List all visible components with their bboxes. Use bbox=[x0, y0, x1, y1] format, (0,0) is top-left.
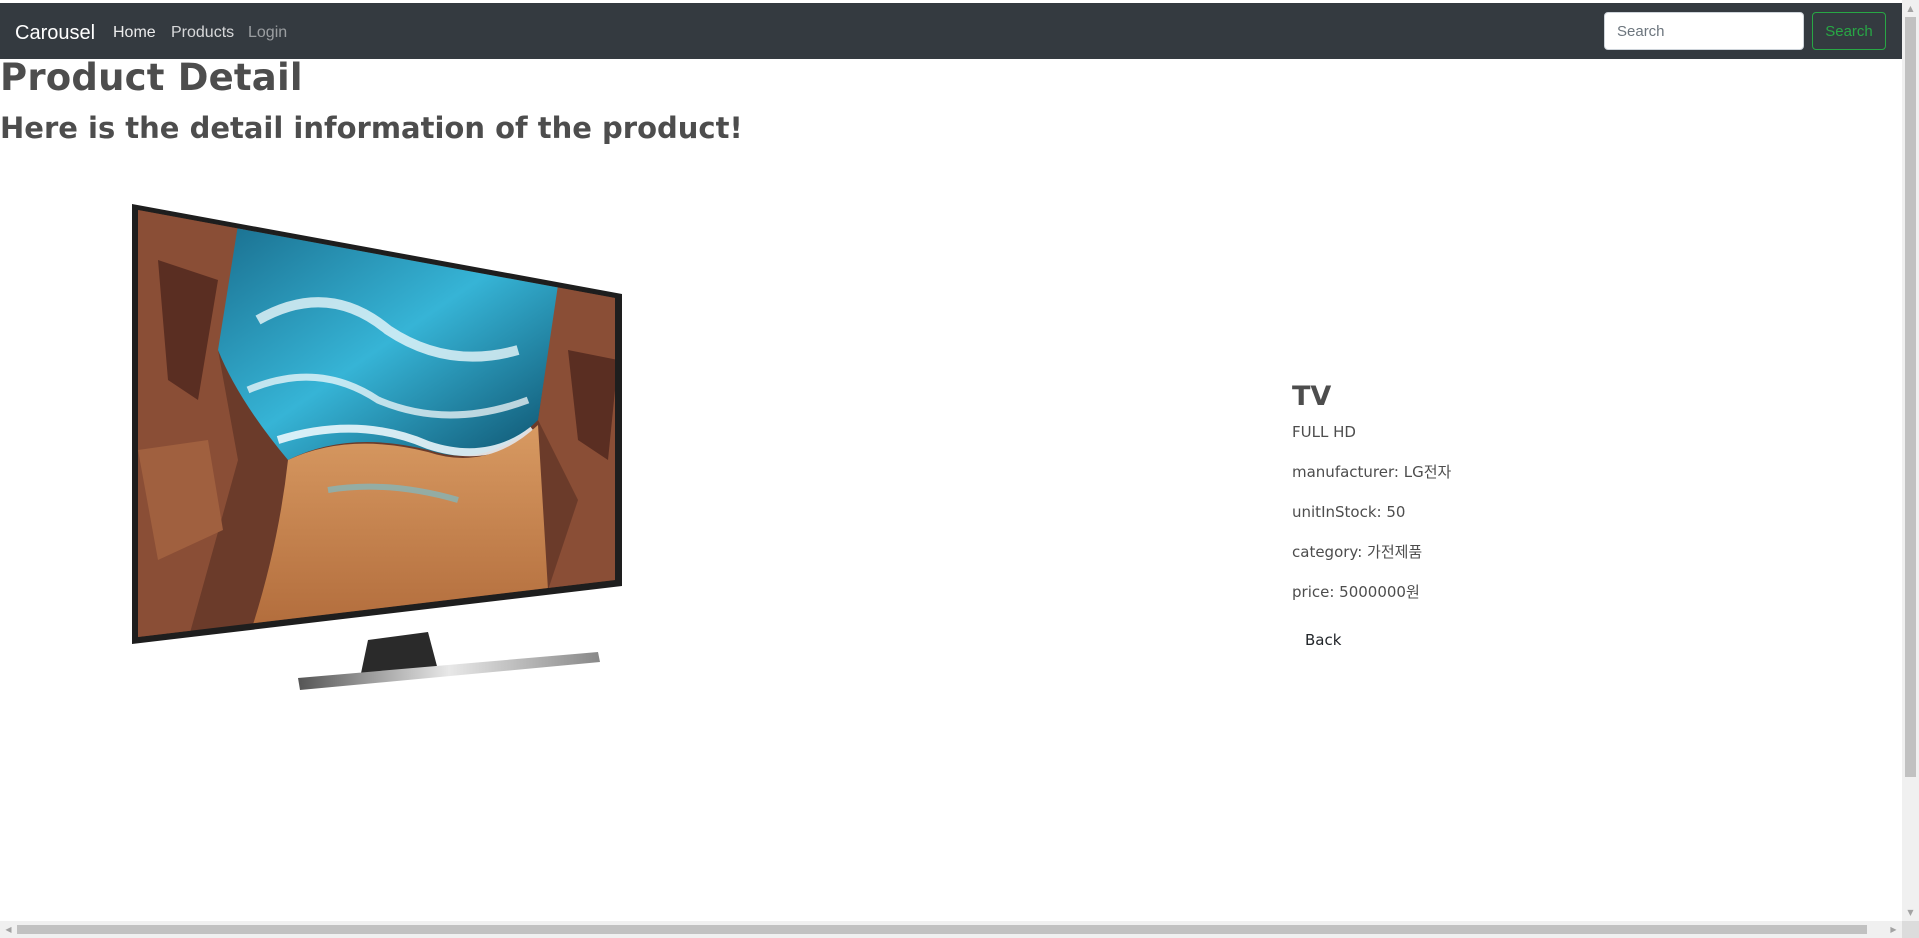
scroll-left-icon[interactable]: ◀ bbox=[0, 921, 17, 938]
page-subtitle: Here is the detail information of the pr… bbox=[0, 111, 743, 145]
search-input[interactable] bbox=[1604, 12, 1804, 50]
product-info: TV FULL HD manufacturer: LG전자 unitInStoc… bbox=[1292, 380, 1692, 649]
page-title: Product Detail bbox=[0, 56, 303, 99]
page: Carousel Home Products Login Search Prod… bbox=[0, 0, 1919, 938]
scroll-down-icon[interactable]: ▼ bbox=[1902, 904, 1919, 921]
scroll-up-icon[interactable]: ▲ bbox=[1902, 0, 1919, 17]
nav-link-login[interactable]: Login bbox=[248, 23, 287, 43]
nav-link-home[interactable]: Home bbox=[113, 23, 156, 43]
navbar-brand[interactable]: Carousel bbox=[15, 21, 95, 45]
back-button[interactable]: Back bbox=[1305, 630, 1341, 650]
scrollbar-corner bbox=[1902, 921, 1919, 938]
tv-screen bbox=[138, 210, 615, 637]
product-unit-in-stock: unitInStock: 50 bbox=[1292, 503, 1406, 521]
navbar: Carousel Home Products Login Search bbox=[0, 3, 1902, 59]
vertical-scroll-thumb[interactable] bbox=[1905, 17, 1916, 777]
product-price: price: 5000000원 bbox=[1292, 583, 1420, 601]
horizontal-scrollbar[interactable]: ◀ ▶ bbox=[0, 921, 1902, 938]
nav-link-products[interactable]: Products bbox=[171, 23, 234, 43]
search-button[interactable]: Search bbox=[1812, 12, 1886, 50]
vertical-scrollbar[interactable]: ▲ ▼ bbox=[1902, 0, 1919, 921]
product-category: category: 가전제품 bbox=[1292, 543, 1423, 561]
product-description: FULL HD bbox=[1292, 423, 1356, 441]
scroll-right-icon[interactable]: ▶ bbox=[1885, 921, 1902, 938]
product-manufacturer: manufacturer: LG전자 bbox=[1292, 463, 1452, 481]
product-name: TV bbox=[1292, 381, 1332, 412]
horizontal-scroll-thumb[interactable] bbox=[17, 925, 1867, 934]
tv-stand-base bbox=[298, 652, 600, 690]
product-image bbox=[132, 204, 622, 690]
